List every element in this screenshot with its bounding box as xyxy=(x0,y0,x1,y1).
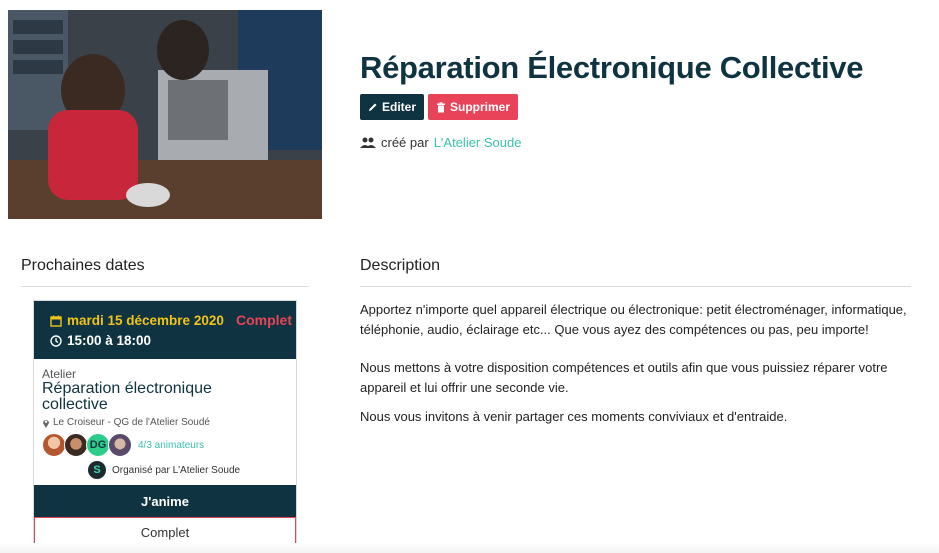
description-section-title: Description xyxy=(360,257,441,274)
organizer: S Organisé par L'Atelier Soude xyxy=(88,461,240,479)
description-paragraph: Apportez n'importe quel appareil électri… xyxy=(360,302,907,337)
event-name[interactable]: Réparation électronique collective xyxy=(42,381,282,413)
animate-button[interactable]: J'anime xyxy=(34,485,296,517)
repair-workshop-illustration xyxy=(8,10,322,219)
action-buttons: Editer Supprimer xyxy=(360,94,519,120)
created-by-label: créé par xyxy=(381,135,429,150)
card-time: 15:00 à 18:00 xyxy=(50,333,151,348)
card-date: mardi 15 décembre 2020 xyxy=(50,313,224,328)
map-marker-icon xyxy=(43,419,49,428)
edit-button[interactable]: Editer xyxy=(360,94,425,120)
divider xyxy=(360,286,911,287)
description-paragraph: Nous mettons à votre disposition compéte… xyxy=(360,360,888,395)
pencil-icon xyxy=(369,103,377,111)
event-photo xyxy=(8,10,322,219)
avatar[interactable] xyxy=(42,433,66,457)
divider xyxy=(21,286,309,287)
page-bottom-fade xyxy=(0,543,939,553)
description-text: Apportez n'importe quel appareil électri… xyxy=(360,300,920,436)
event-location-text: Le Croiseur - QG de l'Atelier Soudé xyxy=(53,417,210,428)
page-title: Réparation Électronique Collective xyxy=(360,50,864,85)
delete-button[interactable]: Supprimer xyxy=(428,94,519,120)
card-date-text: mardi 15 décembre 2020 xyxy=(67,313,224,328)
creator-link[interactable]: L'Atelier Soude xyxy=(434,135,522,150)
calendar-icon xyxy=(50,315,62,327)
animators-avatars: DG 4/3 animateurs xyxy=(42,433,204,457)
clock-icon xyxy=(50,334,62,347)
dates-section-title: Prochaines dates xyxy=(21,257,145,274)
trash-icon xyxy=(437,101,446,112)
description-paragraph: Nous vous invitons à venir partager ces … xyxy=(360,409,788,424)
organizer-logo: S xyxy=(88,461,106,479)
event-location: Le Croiseur - QG de l'Atelier Soudé xyxy=(42,417,210,428)
creator-line: créé par L'Atelier Soude xyxy=(360,135,521,150)
edit-button-label: Editer xyxy=(382,100,417,114)
status-badge: Complet xyxy=(236,312,292,328)
users-icon xyxy=(360,137,376,148)
animators-count: 4/3 animateurs xyxy=(138,439,205,451)
delete-button-label: Supprimer xyxy=(450,100,511,114)
avatar[interactable] xyxy=(64,433,88,457)
avatar[interactable] xyxy=(108,433,132,457)
card-body: Atelier Réparation électronique collecti… xyxy=(34,359,296,485)
card-header: mardi 15 décembre 2020 15:00 à 18:00 Com… xyxy=(34,301,296,359)
avatar[interactable]: DG xyxy=(86,433,110,457)
event-type: Atelier xyxy=(42,367,77,381)
organizer-text: Organisé par L'Atelier Soude xyxy=(112,464,241,476)
card-time-text: 15:00 à 18:00 xyxy=(67,333,152,348)
event-date-card[interactable]: mardi 15 décembre 2020 15:00 à 18:00 Com… xyxy=(33,300,297,548)
